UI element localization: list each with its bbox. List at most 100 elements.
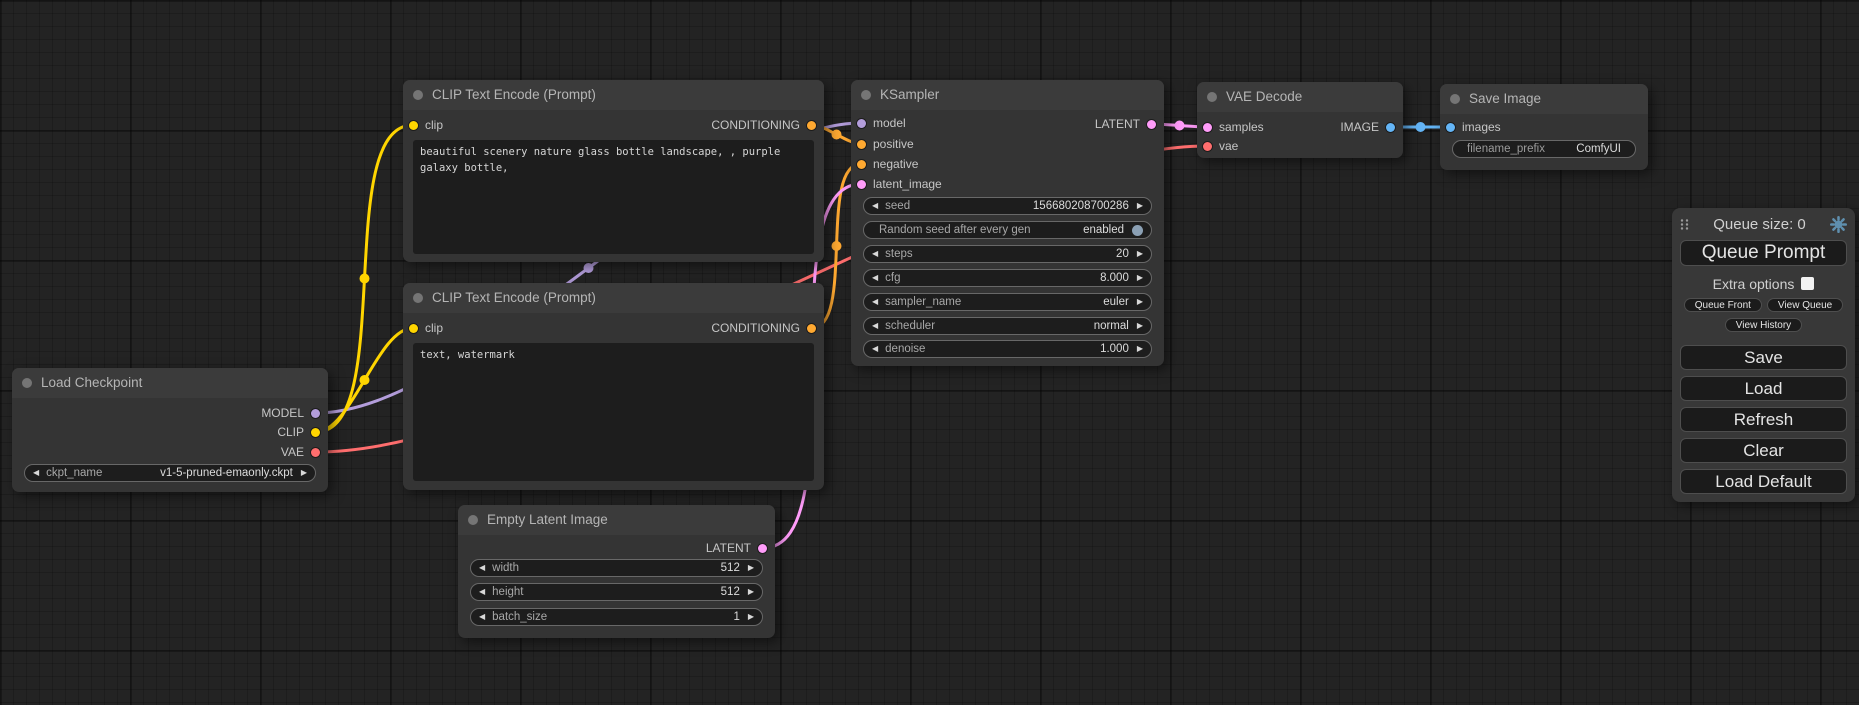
- node-clip-text-encode-positive[interactable]: CLIP Text Encode (Prompt)clipCONDITIONIN…: [403, 80, 824, 262]
- input-port-dot[interactable]: [857, 140, 866, 149]
- widget-ckpt-name[interactable]: ◀ckpt_namev1-5-pruned-emaonly.ckpt▶: [24, 464, 316, 482]
- input-port-dot[interactable]: [857, 180, 866, 189]
- queue-front-button[interactable]: Queue Front: [1684, 298, 1762, 312]
- queue-panel[interactable]: Queue size: 0 Queue Prompt Extra options…: [1672, 208, 1855, 502]
- stepper-left-arrow-icon[interactable]: ◀: [479, 564, 485, 572]
- widget-cfg[interactable]: ◀cfg8.000▶: [863, 269, 1152, 287]
- output-port-dot[interactable]: [1386, 123, 1395, 132]
- stepper-right-arrow-icon[interactable]: ▶: [748, 588, 754, 596]
- save-button[interactable]: Save: [1680, 345, 1847, 370]
- stepper-right-arrow-icon[interactable]: ▶: [748, 613, 754, 621]
- node-collapse-dot[interactable]: [1207, 92, 1217, 102]
- output-port-IMAGE: IMAGE: [1340, 119, 1403, 135]
- input-port-dot[interactable]: [857, 160, 866, 169]
- drag-handle-icon[interactable]: [1680, 218, 1689, 231]
- widget-value: 156680208700286: [1033, 200, 1129, 212]
- stepper-right-arrow-icon[interactable]: ▶: [1137, 274, 1143, 282]
- output-port-dot[interactable]: [758, 544, 767, 553]
- widget-sampler-name[interactable]: ◀sampler_nameeuler▶: [863, 293, 1152, 311]
- graph-canvas[interactable]: Queue size: 0 Queue Prompt Extra options…: [0, 0, 1859, 705]
- stepper-right-arrow-icon[interactable]: ▶: [748, 564, 754, 572]
- input-port-dot[interactable]: [1446, 123, 1455, 132]
- load-default-button[interactable]: Load Default: [1680, 469, 1847, 494]
- output-port-dot[interactable]: [311, 409, 320, 418]
- node-collapse-dot[interactable]: [861, 90, 871, 100]
- port-label: CONDITIONING: [711, 321, 800, 335]
- clear-button[interactable]: Clear: [1680, 438, 1847, 463]
- widget-batch-size[interactable]: ◀batch_size1▶: [470, 608, 763, 626]
- stepper-left-arrow-icon[interactable]: ◀: [872, 274, 878, 282]
- widget-value: enabled: [1083, 224, 1124, 236]
- output-port-dot[interactable]: [311, 448, 320, 457]
- input-port-dot[interactable]: [857, 119, 866, 128]
- stepper-left-arrow-icon[interactable]: ◀: [872, 202, 878, 210]
- stepper-right-arrow-icon[interactable]: ▶: [1137, 345, 1143, 353]
- input-port-clip: clip: [403, 320, 443, 336]
- widget-Random seed after every gen[interactable]: Random seed after every genenabled: [863, 221, 1152, 239]
- stepper-right-arrow-icon[interactable]: ▶: [1137, 250, 1143, 258]
- port-label: LATENT: [1095, 117, 1140, 131]
- node-collapse-dot[interactable]: [468, 515, 478, 525]
- input-port-latent_image: latent_image: [851, 176, 942, 192]
- node-title-bar: Empty Latent Image: [458, 505, 775, 535]
- extra-options-checkbox[interactable]: [1801, 277, 1814, 290]
- settings-gear-icon[interactable]: [1830, 216, 1847, 233]
- stepper-right-arrow-icon[interactable]: ▶: [1137, 202, 1143, 210]
- widget-denoise[interactable]: ◀denoise1.000▶: [863, 340, 1152, 358]
- node-title-label: Save Image: [1469, 91, 1541, 106]
- view-history-button[interactable]: View History: [1725, 318, 1802, 332]
- node-ksampler[interactable]: KSamplermodelpositivenegativelatent_imag…: [851, 80, 1164, 366]
- node-load-checkpoint[interactable]: Load CheckpointMODELCLIPVAE◀ckpt_namev1-…: [12, 368, 328, 492]
- view-queue-button[interactable]: View Queue: [1767, 298, 1843, 312]
- node-title-bar: VAE Decode: [1197, 82, 1403, 112]
- output-port-CLIP: CLIP: [277, 424, 328, 440]
- widget-scheduler[interactable]: ◀schedulernormal▶: [863, 317, 1152, 335]
- stepper-right-arrow-icon[interactable]: ▶: [1137, 322, 1143, 330]
- node-collapse-dot[interactable]: [1450, 94, 1460, 104]
- widget-steps[interactable]: ◀ steps 20 ▶: [863, 245, 1152, 263]
- queue-prompt-button[interactable]: Queue Prompt: [1680, 240, 1847, 266]
- input-port-vae: vae: [1197, 138, 1238, 154]
- stepper-left-arrow-icon[interactable]: ◀: [872, 322, 878, 330]
- input-port-dot[interactable]: [409, 324, 418, 333]
- port-label: MODEL: [261, 406, 304, 420]
- node-collapse-dot[interactable]: [413, 293, 423, 303]
- toggle-knob[interactable]: [1132, 225, 1143, 236]
- widget-height[interactable]: ◀height512▶: [470, 583, 763, 601]
- output-port-dot[interactable]: [1147, 120, 1156, 129]
- prompt-textarea[interactable]: beautiful scenery nature glass bottle la…: [413, 140, 814, 254]
- node-collapse-dot[interactable]: [413, 90, 423, 100]
- stepper-left-arrow-icon[interactable]: ◀: [33, 469, 39, 477]
- node-empty-latent-image[interactable]: Empty Latent ImageLATENT◀width512▶◀heigh…: [458, 505, 775, 638]
- node-title-label: CLIP Text Encode (Prompt): [432, 290, 596, 305]
- stepper-right-arrow-icon[interactable]: ▶: [1137, 298, 1143, 306]
- stepper-right-arrow-icon[interactable]: ▶: [301, 469, 307, 477]
- load-button[interactable]: Load: [1680, 376, 1847, 401]
- widget-label: steps: [885, 248, 913, 260]
- node-collapse-dot[interactable]: [22, 378, 32, 388]
- widget-width[interactable]: ◀width512▶: [470, 559, 763, 577]
- widget-value: 20: [1116, 248, 1129, 260]
- prompt-textarea[interactable]: text, watermark: [413, 343, 814, 481]
- widget-value: 1: [733, 611, 739, 623]
- output-port-dot[interactable]: [807, 324, 816, 333]
- stepper-left-arrow-icon[interactable]: ◀: [872, 298, 878, 306]
- stepper-left-arrow-icon[interactable]: ◀: [872, 345, 878, 353]
- node-save-image[interactable]: Save Imageimagesfilename_prefixComfyUI: [1440, 84, 1648, 170]
- refresh-button[interactable]: Refresh: [1680, 407, 1847, 432]
- stepper-left-arrow-icon[interactable]: ◀: [479, 588, 485, 596]
- input-port-dot[interactable]: [1203, 142, 1212, 151]
- input-port-dot[interactable]: [409, 121, 418, 130]
- output-port-dot[interactable]: [311, 428, 320, 437]
- stepper-left-arrow-icon[interactable]: ◀: [872, 250, 878, 258]
- node-title-bar: Load Checkpoint: [12, 368, 328, 398]
- widget-filename-prefix[interactable]: filename_prefixComfyUI: [1452, 140, 1636, 158]
- stepper-left-arrow-icon[interactable]: ◀: [479, 613, 485, 621]
- input-port-dot[interactable]: [1203, 123, 1212, 132]
- node-vae-decode[interactable]: VAE DecodesamplesvaeIMAGE: [1197, 82, 1403, 158]
- widget-seed[interactable]: ◀seed156680208700286▶: [863, 197, 1152, 215]
- node-clip-text-encode-negative[interactable]: CLIP Text Encode (Prompt) clip CONDITIONIN…: [403, 283, 824, 490]
- node-title-bar: Save Image: [1440, 84, 1648, 114]
- output-port-dot[interactable]: [807, 121, 816, 130]
- widget-value: 8.000: [1100, 272, 1129, 284]
